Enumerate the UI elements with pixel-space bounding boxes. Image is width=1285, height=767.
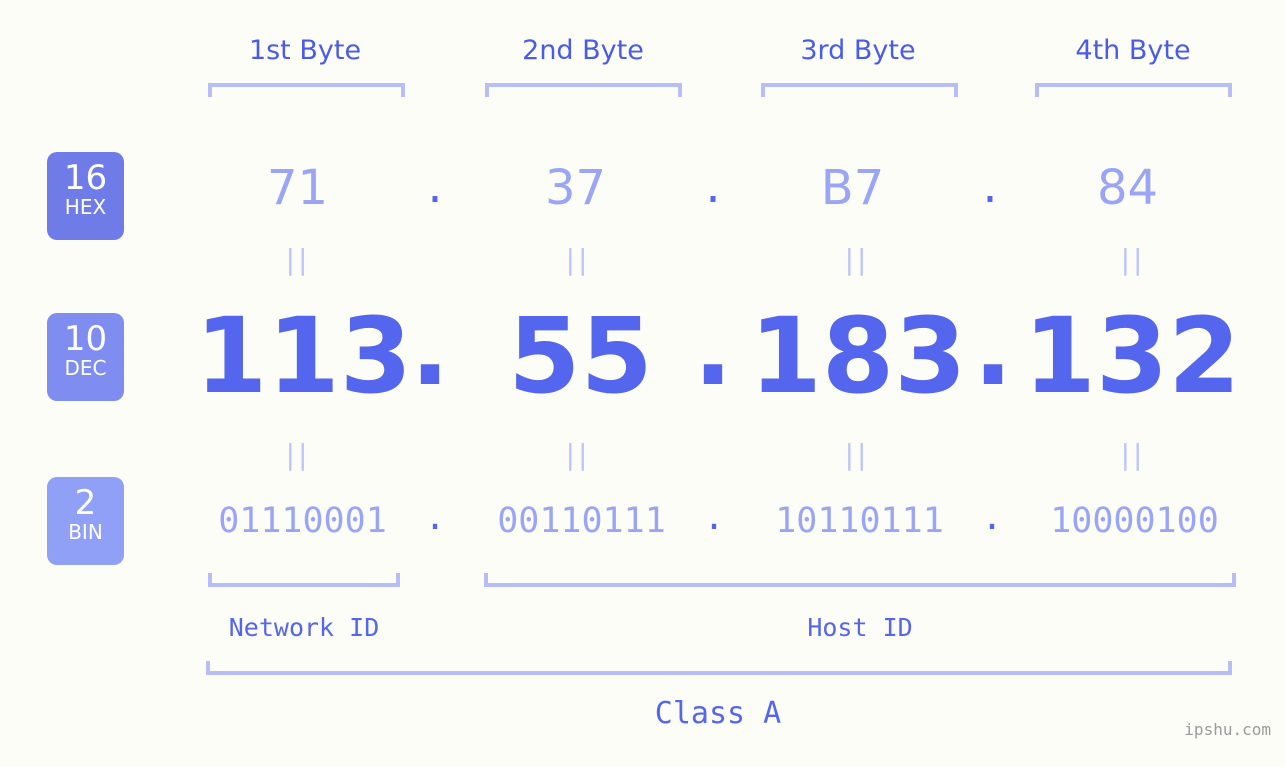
byte-bracket-4	[1035, 83, 1232, 97]
hex-octet-2: 37	[544, 160, 607, 216]
bin-octet-1: 01110001	[218, 501, 387, 541]
bin-octet-4: 10000100	[1050, 501, 1219, 541]
equals-mark-hex-dec-4: ||	[1120, 243, 1146, 276]
byte-bracket-1	[208, 83, 405, 97]
hex-separator-1: .	[427, 158, 443, 214]
base-badge-dec-label: DEC	[64, 356, 107, 380]
dec-separator-2: .	[693, 287, 733, 409]
equals-mark-dec-bin-1: ||	[285, 438, 311, 471]
bin-octet-2: 00110111	[497, 501, 666, 541]
base-badge-hex-label: HEX	[64, 195, 107, 219]
hex-octet-3: B7	[820, 160, 885, 216]
base-badge-bin: 2 BIN	[47, 477, 124, 565]
hex-separator-2: .	[705, 158, 721, 214]
byte-bracket-3	[761, 83, 958, 97]
base-badge-bin-number: 2	[74, 483, 97, 523]
dec-separator-1: .	[410, 287, 450, 409]
dec-octet-2: 55	[508, 295, 653, 417]
network-id-label: Network ID	[228, 613, 380, 642]
equals-mark-hex-dec-1: ||	[285, 243, 311, 276]
equals-mark-hex-dec-3: ||	[844, 243, 870, 276]
byte-header-3: 3rd Byte	[800, 35, 916, 66]
base-badge-hex-number: 16	[63, 158, 108, 198]
base-badge-dec: 10 DEC	[47, 313, 124, 401]
bin-separator-3: .	[981, 498, 1003, 538]
watermark-text: ipshu.com	[1184, 720, 1271, 739]
bin-separator-1: .	[424, 498, 446, 538]
byte-header-2: 2nd Byte	[522, 35, 644, 66]
base-badge-bin-label: BIN	[68, 520, 103, 544]
hex-separator-3: .	[982, 158, 998, 214]
hex-octet-1: 71	[266, 160, 329, 216]
equals-mark-dec-bin-4: ||	[1120, 438, 1146, 471]
base-badge-hex: 16 HEX	[47, 152, 124, 240]
base-badge-dec-number: 10	[63, 319, 108, 359]
equals-mark-hex-dec-2: ||	[565, 243, 591, 276]
hex-octet-4: 84	[1096, 160, 1159, 216]
byte-bracket-2	[485, 83, 682, 97]
dec-octet-3: 183	[749, 295, 967, 417]
class-bracket	[206, 661, 1232, 675]
bin-separator-2: .	[703, 498, 725, 538]
equals-mark-dec-bin-2: ||	[565, 438, 591, 471]
host-id-bracket	[484, 573, 1236, 587]
class-label: Class A	[654, 696, 782, 731]
network-id-bracket	[208, 573, 400, 587]
dec-octet-4: 132	[1023, 295, 1241, 417]
byte-header-1: 1st Byte	[248, 35, 362, 66]
dec-octet-1: 113	[195, 295, 413, 417]
host-id-label: Host ID	[807, 613, 913, 642]
dec-separator-3: .	[973, 287, 1013, 409]
equals-mark-dec-bin-3: ||	[844, 438, 870, 471]
byte-header-4: 4th Byte	[1075, 35, 1191, 66]
diagram-canvas: 1st Byte 2nd Byte 3rd Byte 4th Byte 16 H…	[0, 0, 1285, 767]
bin-octet-3: 10110111	[775, 501, 944, 541]
